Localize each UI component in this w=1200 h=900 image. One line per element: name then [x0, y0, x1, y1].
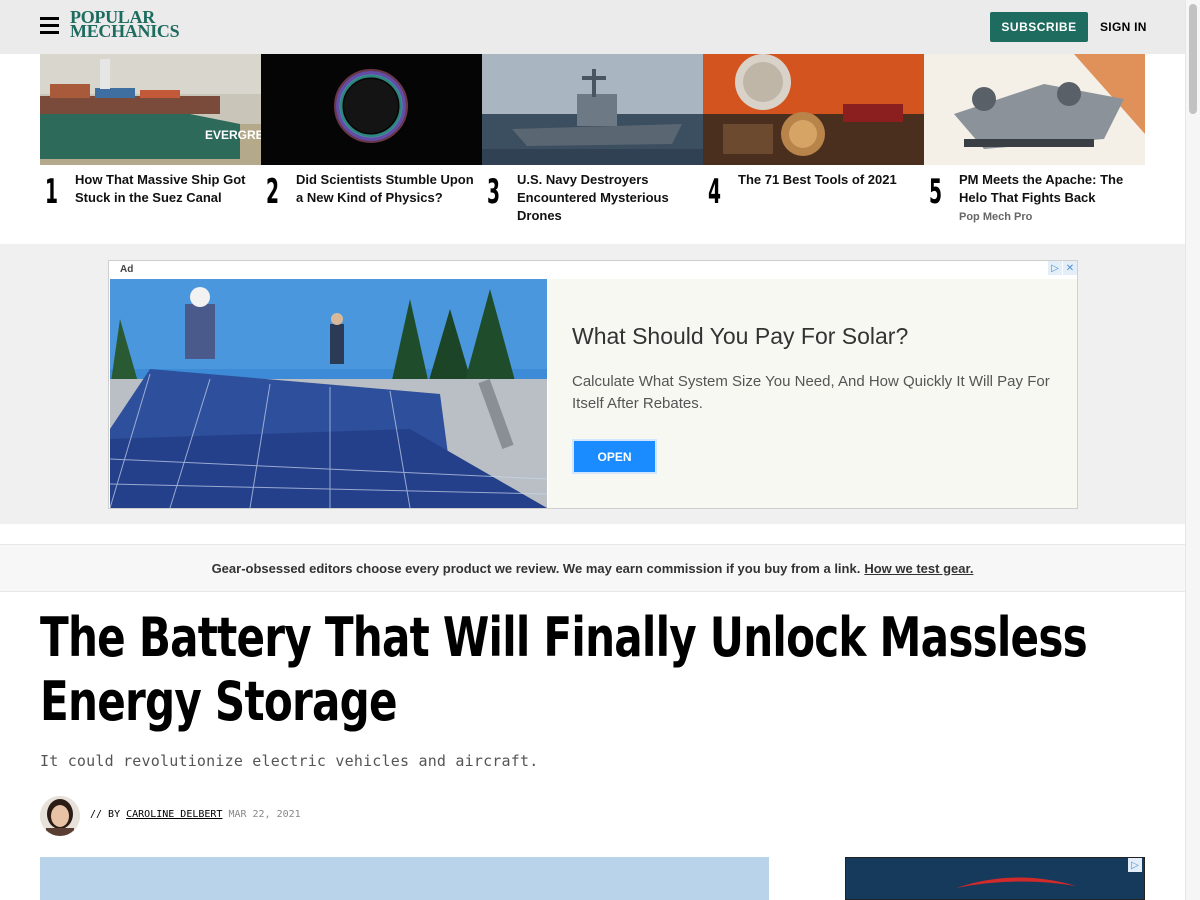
ad-label: Ad — [120, 264, 134, 275]
article-hero-image — [40, 857, 769, 900]
svg-text:EVERGREEN: EVERGREEN — [205, 128, 261, 142]
trending-number: 2 — [266, 172, 280, 212]
trending-title[interactable]: U.S. Navy Destroyers Encountered Mysteri… — [517, 171, 697, 225]
ad-headline[interactable]: What Should You Pay For Solar? — [572, 323, 908, 350]
trending-stories: EVERGREEN 1 How That Massive Ship Got St… — [40, 54, 1145, 244]
trending-title[interactable]: The 71 Best Tools of 2021 — [738, 171, 918, 189]
ad-open-button[interactable]: OPEN — [572, 439, 657, 474]
adchoices-icon[interactable]: ▷ — [1048, 261, 1062, 275]
trending-subtitle: Pop Mech Pro — [959, 211, 1033, 223]
ad-section: Ad ▷ ✕ What Should You Pay For Solar? Ca… — [0, 244, 1185, 524]
trending-image-helicopter[interactable] — [924, 54, 1145, 165]
headline-line-1: The Battery That Will Finally Unlock Mas… — [40, 606, 1088, 669]
trending-item-2[interactable]: 2 Did Scientists Stumble Upon a New Kind… — [261, 54, 482, 244]
trending-title[interactable]: PM Meets the Apache: The Helo That Fight… — [959, 171, 1139, 207]
trending-image-destroyer[interactable] — [482, 54, 703, 165]
trending-number: 3 — [487, 172, 501, 212]
site-header: POPULAR MECHANICS SUBSCRIBE SIGN IN — [0, 0, 1185, 54]
trending-item-4[interactable]: 4 The 71 Best Tools of 2021 — [703, 54, 924, 244]
trending-number: 1 — [45, 172, 59, 212]
trending-item-1[interactable]: EVERGREEN 1 How That Massive Ship Got St… — [40, 54, 261, 244]
trending-number: 5 — [929, 172, 943, 212]
author-link[interactable]: CAROLINE DELBERT — [126, 809, 222, 820]
ad-banner[interactable]: Ad ▷ ✕ What Should You Pay For Solar? Ca… — [108, 260, 1078, 509]
author-avatar[interactable] — [40, 796, 80, 836]
publish-date: MAR 22, 2021 — [228, 809, 301, 820]
disclaimer-text: Gear-obsessed editors choose every produ… — [211, 560, 861, 576]
trending-item-5[interactable]: 5 PM Meets the Apache: The Helo That Fig… — [924, 54, 1145, 244]
site-logo[interactable]: POPULAR MECHANICS — [70, 8, 190, 41]
logo-line-2: MECHANICS — [70, 21, 180, 41]
page-scrollbar[interactable] — [1185, 0, 1200, 900]
ad-image-solar[interactable] — [110, 279, 547, 508]
byline: // BY CAROLINE DELBERT MAR 22, 2021 — [90, 809, 301, 820]
ad-content: What Should You Pay For Solar? Calculate… — [548, 279, 1077, 508]
trending-image-ship[interactable]: EVERGREEN — [40, 54, 261, 165]
menu-icon[interactable] — [40, 17, 59, 35]
trending-number: 4 — [708, 172, 722, 212]
close-icon[interactable]: ✕ — [1063, 261, 1077, 275]
sign-in-link[interactable]: SIGN IN — [1100, 20, 1147, 34]
article-headline: The Battery That Will Finally Unlock Mas… — [40, 606, 1088, 734]
trending-title[interactable]: Did Scientists Stumble Upon a New Kind o… — [296, 171, 476, 207]
subscribe-button[interactable]: SUBSCRIBE — [990, 12, 1088, 42]
article-dek: It could revolutionize electric vehicles… — [40, 752, 539, 770]
trending-image-tools[interactable] — [703, 54, 924, 165]
affiliate-disclaimer: Gear-obsessed editors choose every produ… — [0, 544, 1185, 592]
scrollbar-thumb[interactable] — [1189, 4, 1197, 114]
ad-body: Calculate What System Size You Need, And… — [572, 373, 1050, 412]
ad-choices[interactable]: ▷ ✕ — [1047, 261, 1077, 277]
how-we-test-link[interactable]: How we test gear. — [864, 561, 973, 576]
adchoices-icon[interactable]: ▷ — [1128, 858, 1142, 872]
trending-title[interactable]: How That Massive Ship Got Stuck in the S… — [75, 171, 255, 207]
byline-prefix: // BY — [90, 809, 121, 820]
trending-image-ring[interactable] — [261, 54, 482, 165]
headline-line-2: Energy Storage — [40, 670, 398, 733]
trending-item-3[interactable]: 3 U.S. Navy Destroyers Encountered Myste… — [482, 54, 703, 244]
sidebar-ad[interactable]: ▷ — [845, 857, 1145, 900]
